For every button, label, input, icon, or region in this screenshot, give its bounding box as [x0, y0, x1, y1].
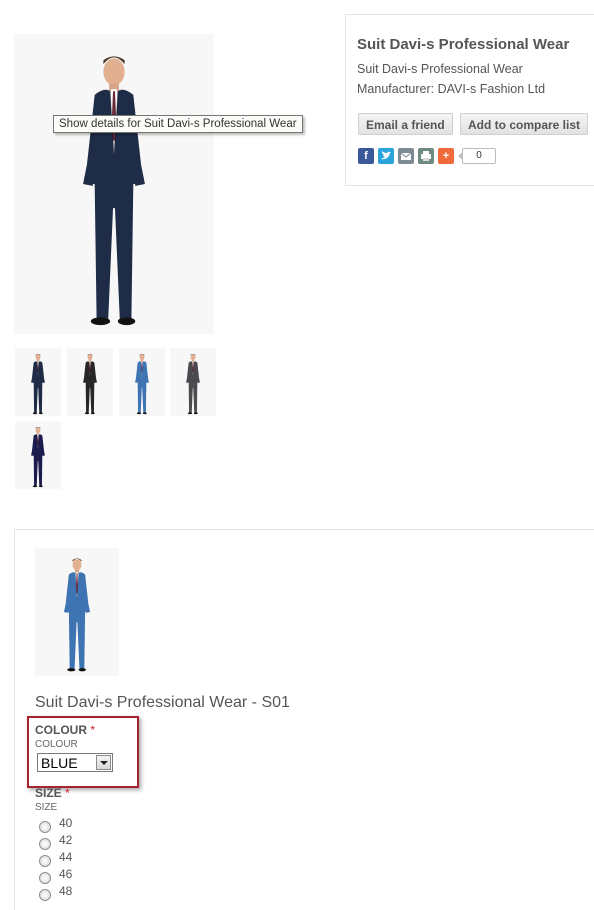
thumbnail-grey[interactable] — [170, 348, 216, 416]
size-option-label: 46 — [59, 867, 73, 881]
radio-button[interactable] — [39, 889, 51, 901]
size-sublabel: SIZE — [35, 802, 58, 813]
twitter-icon[interactable] — [378, 148, 394, 164]
size-option-label: 40 — [59, 816, 73, 830]
required-mark: * — [90, 723, 96, 737]
manufacturer-name[interactable]: DAVI-s Fashion Ltd — [438, 82, 545, 96]
facebook-icon[interactable]: f — [358, 148, 374, 164]
image-tooltip: Show details for Suit Davi-s Professiona… — [53, 115, 303, 133]
compare-list-button[interactable]: Add to compare list — [460, 113, 589, 135]
suit-figure-image — [82, 55, 146, 326]
share-count: 0 — [458, 148, 496, 164]
colour-sublabel: COLOUR — [35, 739, 78, 750]
radio-button[interactable] — [39, 838, 51, 850]
radio-button[interactable] — [39, 855, 51, 867]
thumbnail-blue[interactable] — [119, 348, 165, 416]
size-option-label: 44 — [59, 850, 73, 864]
addthis-plus-icon[interactable]: + — [438, 148, 454, 164]
child-product-title: Suit Davi-s Professional Wear - S01 — [35, 694, 290, 711]
thumbnail-dark-blue[interactable] — [15, 421, 61, 489]
colour-label: COLOUR * — [35, 723, 95, 737]
colour-select-value: BLUE — [41, 755, 78, 771]
chevron-down-icon[interactable] — [96, 755, 111, 770]
radio-button[interactable] — [39, 821, 51, 833]
main-product-image[interactable] — [14, 34, 214, 334]
size-label: SIZE * — [35, 786, 70, 800]
required-mark: * — [65, 786, 70, 800]
child-product-image[interactable] — [35, 548, 119, 676]
manufacturer-label: Manufacturer: — [357, 82, 435, 96]
thumbnail-black[interactable] — [67, 348, 113, 416]
thumbnail-navy[interactable] — [15, 348, 61, 416]
colour-label-text: COLOUR — [35, 723, 87, 737]
print-icon[interactable] — [418, 148, 434, 164]
size-option-label: 42 — [59, 833, 73, 847]
product-subtitle: Suit Davi-s Professional Wear — [357, 62, 523, 76]
manufacturer-line: Manufacturer: DAVI-s Fashion Ltd — [357, 82, 545, 96]
product-title: Suit Davi-s Professional Wear — [357, 36, 570, 53]
radio-button[interactable] — [39, 872, 51, 884]
size-option-label: 48 — [59, 884, 73, 898]
email-friend-button[interactable]: Email a friend — [358, 113, 453, 135]
size-label-text: SIZE — [35, 786, 62, 800]
email-icon[interactable] — [398, 148, 414, 164]
colour-select[interactable]: BLUE — [37, 753, 113, 772]
